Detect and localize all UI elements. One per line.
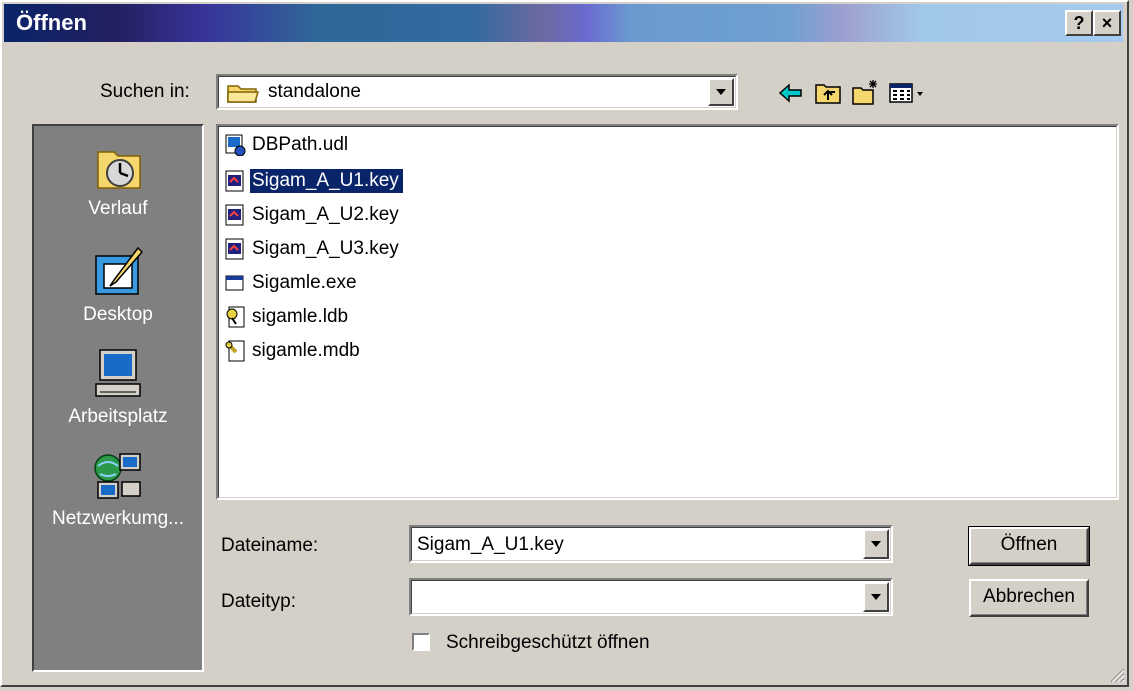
file-name: Sigamle.exe [252, 272, 357, 293]
exe-file-icon [225, 275, 244, 291]
back-arrow-icon[interactable] [776, 78, 806, 108]
ldb-file-icon [226, 306, 245, 328]
open-button[interactable]: Öffnen [968, 526, 1090, 566]
places-bar: Verlauf Desktop Arbeitsplatz Netzwerkumg… [32, 124, 204, 672]
window-title: Öffnen [16, 10, 87, 35]
place-label: Desktop [83, 304, 153, 325]
my-computer-icon [95, 349, 141, 397]
place-history[interactable]: Verlauf [34, 138, 202, 220]
readonly-checkbox[interactable] [412, 633, 430, 651]
udl-file-icon [225, 134, 246, 156]
place-desktop[interactable]: Desktop [34, 244, 202, 326]
list-item[interactable]: DBPath.udl [224, 130, 352, 160]
resize-grip-icon[interactable] [1107, 665, 1125, 683]
readonly-label: Schreibgeschützt öffnen [446, 632, 650, 653]
desktop-icon [95, 246, 144, 295]
file-name: sigamle.mdb [252, 340, 360, 361]
network-icon [94, 453, 141, 499]
lookin-dropdown[interactable]: standalone [216, 74, 738, 110]
list-item[interactable]: Sigam_A_U1.key [224, 166, 403, 196]
filename-label: Dateiname: [221, 535, 319, 556]
mdb-file-icon [225, 340, 245, 362]
place-my-computer[interactable]: Arbeitsplatz [34, 346, 202, 428]
cancel-button-label: Abbrechen [983, 586, 1075, 607]
file-name: Sigam_A_U2.key [252, 204, 399, 225]
cancel-button[interactable]: Abbrechen [969, 579, 1089, 617]
up-folder-icon[interactable] [813, 78, 843, 108]
new-folder-icon[interactable] [850, 78, 880, 108]
list-item[interactable]: Sigamle.exe [224, 268, 361, 298]
filetype-select[interactable] [409, 578, 893, 616]
open-button-label: Öffnen [1000, 534, 1058, 555]
title-bar[interactable]: Öffnen ? × [4, 4, 1123, 42]
key-file-icon [225, 204, 244, 226]
filename-dropdown-arrow[interactable] [863, 529, 889, 559]
filetype-label: Dateityp: [221, 591, 296, 612]
place-network[interactable]: Netzwerkumg... [34, 448, 202, 530]
place-label: Netzwerkumg... [52, 508, 184, 529]
list-item[interactable]: Sigam_A_U3.key [224, 234, 403, 264]
filename-field[interactable]: Sigam_A_U1.key [409, 525, 893, 563]
lookin-dropdown-arrow[interactable] [708, 78, 734, 106]
filename-value[interactable]: Sigam_A_U1.key [417, 534, 564, 556]
file-name: DBPath.udl [252, 134, 349, 155]
key-file-icon [225, 170, 244, 192]
filetype-dropdown-arrow[interactable] [863, 582, 889, 612]
file-name: Sigam_A_U1.key [250, 169, 403, 193]
place-label: Arbeitsplatz [68, 406, 168, 427]
lookin-value: standalone [268, 81, 361, 102]
close-button[interactable]: × [1093, 10, 1121, 36]
help-button[interactable]: ? [1065, 10, 1093, 36]
key-file-icon [225, 238, 244, 260]
list-item[interactable]: sigamle.mdb [224, 336, 364, 366]
folder-icon [227, 85, 260, 103]
history-icon [97, 151, 141, 189]
file-name: Sigam_A_U3.key [252, 238, 399, 259]
file-name: sigamle.ldb [252, 306, 349, 327]
file-list[interactable]: DBPath.udl Sigam_A_U1.key Sigam_A_U2.key… [216, 124, 1119, 500]
view-menu-icon[interactable] [887, 78, 927, 108]
list-item[interactable]: Sigam_A_U2.key [224, 200, 403, 230]
list-item[interactable]: sigamle.ldb [224, 302, 352, 332]
place-label: Verlauf [88, 198, 148, 219]
lookin-label: Suchen in: [100, 81, 190, 102]
